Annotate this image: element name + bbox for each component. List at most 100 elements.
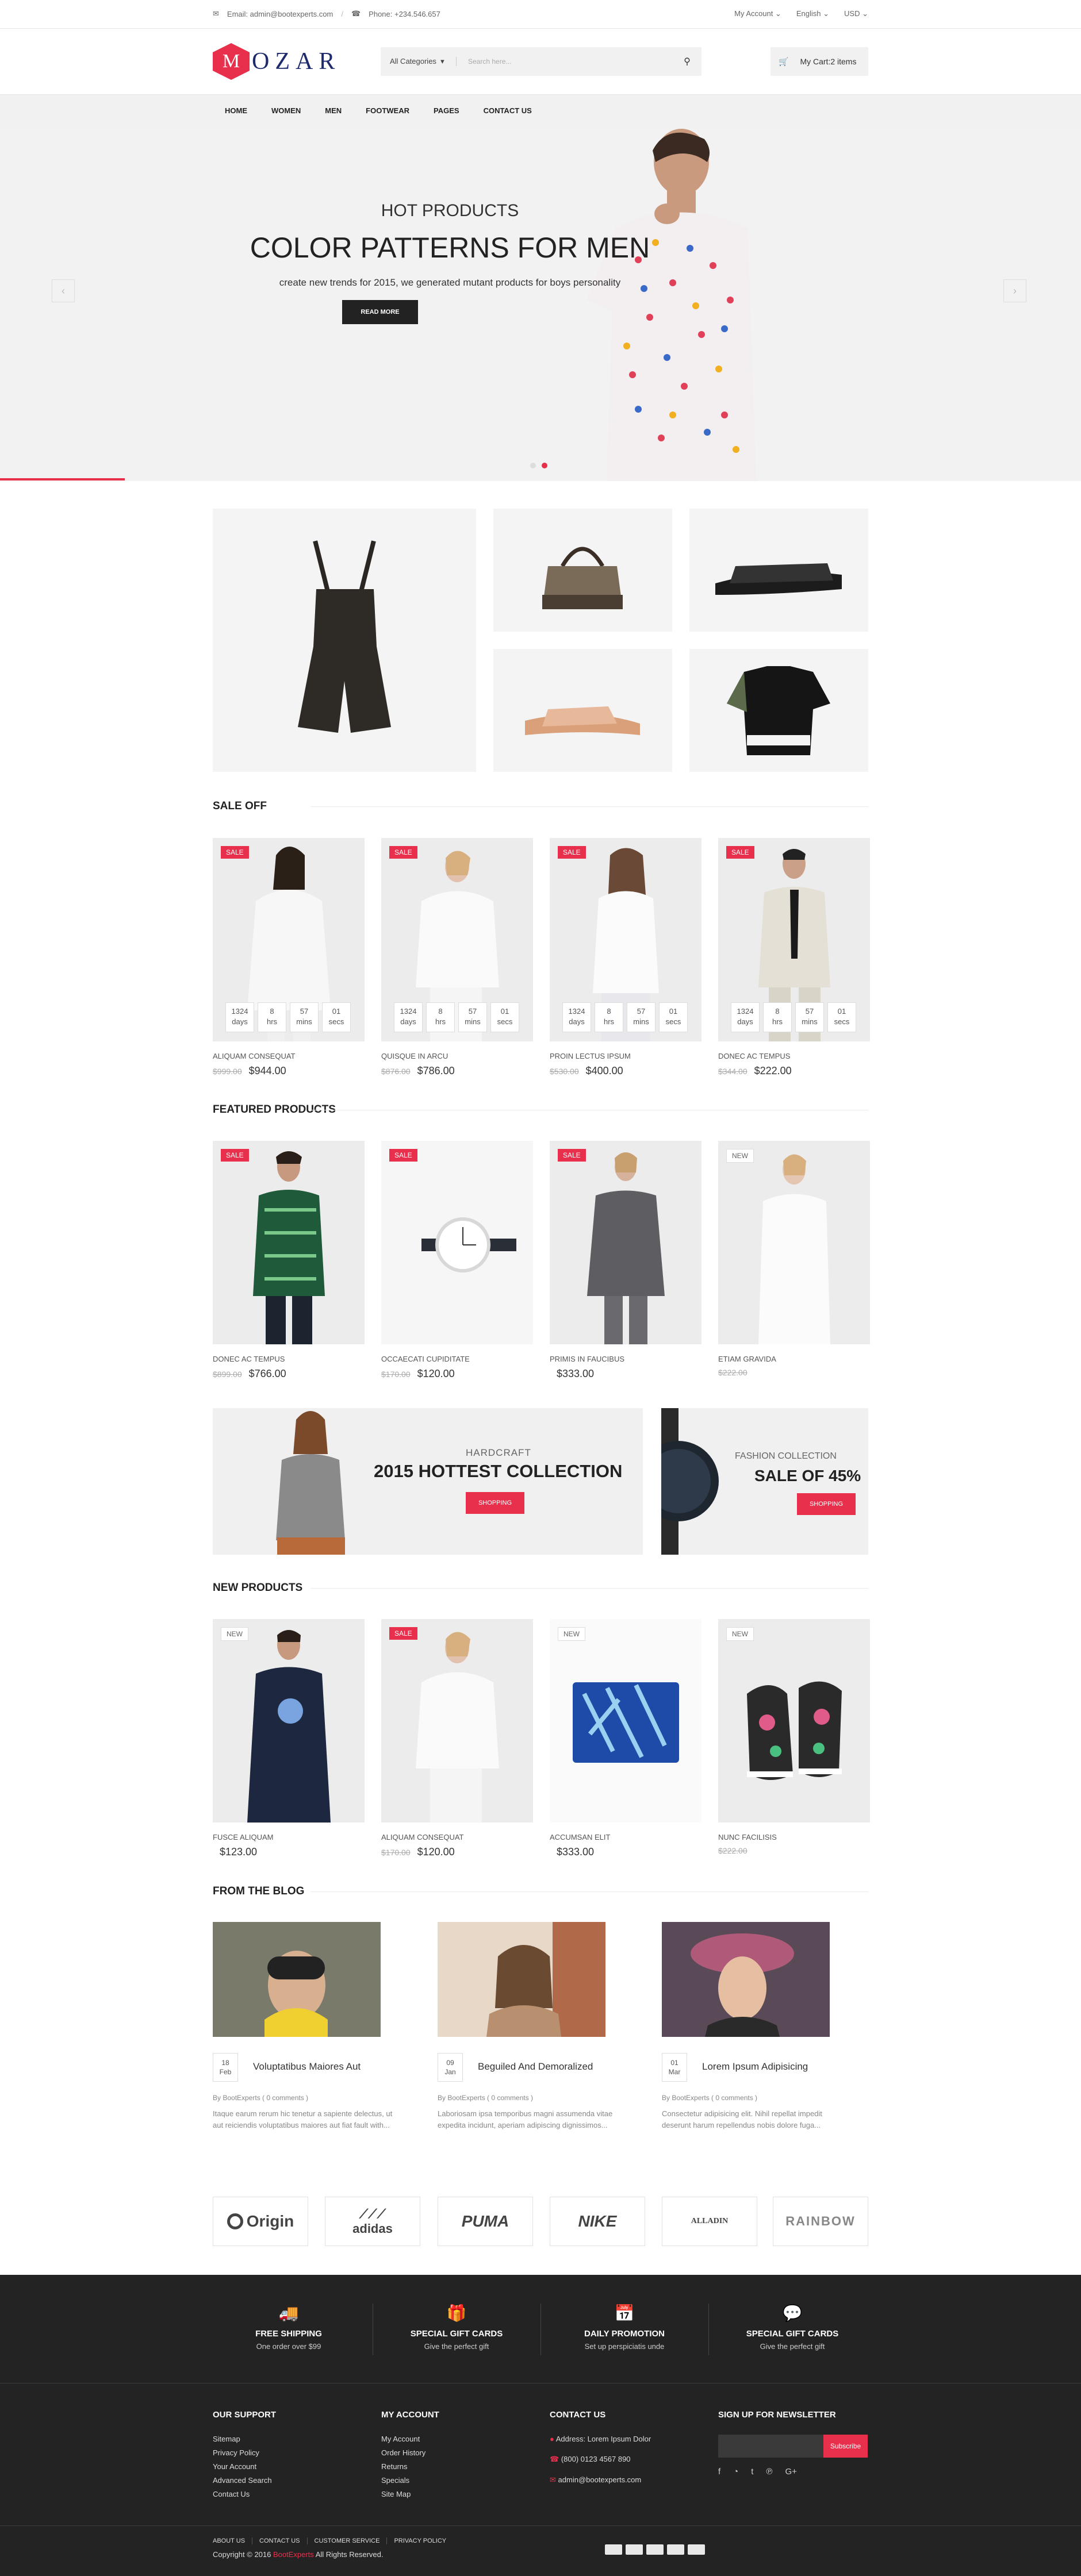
site-logo[interactable]: M OZAR: [213, 41, 340, 82]
product-card[interactable]: SALE ALIQUAM CONSEQUAT $170.00 $120.00: [381, 1619, 533, 1858]
footer-link[interactable]: Contact Us: [213, 2490, 276, 2498]
category-tile-flats[interactable]: [493, 649, 672, 772]
blog-image[interactable]: [213, 1922, 381, 2037]
product-image[interactable]: SALE: [381, 1141, 533, 1344]
banner-sale-45[interactable]: FASHION COLLECTION SALE OF 45% SHOPPING: [661, 1408, 868, 1555]
brand-logo-adidas[interactable]: ⟋⟋⟋ adidas: [325, 2197, 420, 2246]
brand-logo-origin[interactable]: Origin: [213, 2197, 308, 2246]
footer-link[interactable]: Site Map: [381, 2490, 439, 2498]
product-card[interactable]: SALE PRIMIS IN FAUCIBUS $333.00: [550, 1141, 702, 1380]
product-card[interactable]: SALE DONEC AC TEMPUS $899.00 $766.00: [213, 1141, 365, 1380]
footer-bottom-link[interactable]: ABOUT US: [213, 2537, 252, 2544]
product-name[interactable]: OCCAECATI CUPIDITATE: [381, 1355, 533, 1363]
product-card[interactable]: SALE 1324 days 8 hrs 57 mins 01 secs DONEC A…: [718, 838, 870, 1077]
search-input[interactable]: Search here...: [457, 57, 673, 66]
product-image[interactable]: NEW: [718, 1619, 870, 1823]
category-tile-bag[interactable]: [493, 509, 672, 632]
product-name[interactable]: ALIQUAM CONSEQUAT: [213, 1052, 365, 1060]
blog-title[interactable]: Beguiled And Demoralized: [478, 2061, 593, 2073]
footer-bottom-link[interactable]: PRIVACY POLICY: [386, 2537, 453, 2544]
currency-dropdown[interactable]: USD ⌄: [844, 9, 868, 18]
topbar-email[interactable]: Email: admin@bootexperts.com: [227, 10, 333, 18]
nav-home[interactable]: HOME: [213, 106, 259, 115]
product-card[interactable]: NEW FUSCE ALIQUAM $123.00: [213, 1619, 365, 1858]
product-image[interactable]: NEW: [213, 1619, 365, 1823]
product-image[interactable]: NEW: [718, 1141, 870, 1344]
brand-logo-rainbow[interactable]: RAINBOW: [773, 2197, 868, 2246]
footer-link[interactable]: My Account: [381, 2435, 439, 2443]
product-card[interactable]: NEW ETIAM GRAVIDA $222.00: [718, 1141, 870, 1377]
product-name[interactable]: DONEC AC TEMPUS: [718, 1052, 870, 1060]
countdown-timer: 1324 days 8 hrs 57 mins 01 secs: [562, 1002, 688, 1032]
brand-logo-puma[interactable]: PUMA: [438, 2197, 533, 2246]
product-name[interactable]: QUISQUE IN ARCU: [381, 1052, 533, 1060]
product-name[interactable]: ETIAM GRAVIDA: [718, 1355, 870, 1363]
nav-men[interactable]: MEN: [313, 106, 354, 115]
brand-logo-nike[interactable]: NIKE: [550, 2197, 645, 2246]
footer-bottom-link[interactable]: CONTACT US: [252, 2537, 307, 2544]
category-tile-tshirt[interactable]: [689, 649, 868, 772]
blog-title[interactable]: Lorem Ipsum Adipisicing: [702, 2061, 808, 2073]
footer-link[interactable]: Specials: [381, 2476, 439, 2485]
product-image[interactable]: SALE: [550, 1141, 702, 1344]
google-plus-icon[interactable]: G+: [785, 2467, 796, 2477]
blog-title[interactable]: Voluptatibus Maiores Aut: [253, 2061, 361, 2073]
product-image[interactable]: SALE 1324 days 8 hrs 57 mins 01 secs: [718, 838, 870, 1041]
product-image[interactable]: SALE: [213, 1141, 365, 1344]
category-tile-sandals[interactable]: [689, 509, 868, 632]
subscribe-button[interactable]: Subscribe: [823, 2435, 868, 2458]
product-name[interactable]: ACCUMSAN ELIT: [550, 1833, 702, 1841]
nav-footwear[interactable]: FOOTWEAR: [354, 106, 421, 115]
product-name[interactable]: ALIQUAM CONSEQUAT: [381, 1833, 533, 1841]
pinterest-icon[interactable]: ℗: [766, 2467, 772, 2477]
product-card[interactable]: NEW ACCUMSAN ELIT $333.00: [550, 1619, 702, 1858]
product-card[interactable]: SALE OCCAECATI CUPIDITATE $170.00 $120.00: [381, 1141, 533, 1380]
brand-logo-alladin[interactable]: ALLADIN: [662, 2197, 757, 2246]
slider-dot-active[interactable]: [542, 463, 547, 468]
footer-link[interactable]: Sitemap: [213, 2435, 276, 2443]
product-name[interactable]: NUNC FACILISIS: [718, 1833, 870, 1841]
blog-image[interactable]: [438, 1922, 605, 2037]
twitter-icon[interactable]: t: [751, 2467, 753, 2477]
product-name[interactable]: PROIN LECTUS IPSUM: [550, 1052, 702, 1060]
product-card[interactable]: NEW NUNC FACILISIS $222.00: [718, 1619, 870, 1855]
my-account-dropdown[interactable]: My Account ⌄: [734, 9, 781, 18]
product-name[interactable]: DONEC AC TEMPUS: [213, 1355, 365, 1363]
product-card[interactable]: SALE 1324 days 8 hrs 57 mins 01 secs QUISQUE…: [381, 838, 533, 1077]
facebook-icon[interactable]: f: [718, 2467, 720, 2477]
product-image[interactable]: SALE 1324 days 8 hrs 57 mins 01 secs: [213, 838, 365, 1041]
shopping-button[interactable]: SHOPPING: [466, 1492, 524, 1514]
footer-bottom-link[interactable]: CUSTOMER SERVICE: [306, 2537, 387, 2544]
footer-link[interactable]: Privacy Policy: [213, 2448, 276, 2457]
slider-prev-arrow-icon[interactable]: ‹: [52, 279, 75, 302]
newsletter-email-input[interactable]: [718, 2435, 823, 2458]
rss-icon[interactable]: ◔: [733, 2467, 738, 2477]
shopping-button[interactable]: SHOPPING: [797, 1493, 856, 1515]
footer-link[interactable]: Your Account: [213, 2462, 276, 2471]
product-card[interactable]: SALE 1324 days 8 hrs 57 mins 01 secs PROIN L…: [550, 838, 702, 1077]
footer-link[interactable]: Returns: [381, 2462, 439, 2471]
slider-dot[interactable]: [530, 463, 536, 468]
footer-link[interactable]: Advanced Search: [213, 2476, 276, 2485]
nav-women[interactable]: WOMEN: [259, 106, 313, 115]
nav-contact-us[interactable]: CONTACT US: [471, 106, 544, 115]
product-image[interactable]: SALE: [381, 1619, 533, 1823]
product-name[interactable]: PRIMIS IN FAUCIBUS: [550, 1355, 702, 1363]
language-dropdown[interactable]: English ⌄: [796, 9, 829, 18]
slider-next-arrow-icon[interactable]: ›: [1003, 279, 1026, 302]
banner-hottest-collection[interactable]: HARDCRAFT 2015 HOTTEST COLLECTION SHOPPI…: [213, 1408, 643, 1555]
contact-email[interactable]: admin@bootexperts.com: [558, 2475, 642, 2484]
product-card[interactable]: SALE 1324 days 8 hrs 57 mins 01 secs ALIQUAM…: [213, 838, 365, 1077]
footer-link[interactable]: Order History: [381, 2448, 439, 2457]
product-image[interactable]: SALE 1324 days 8 hrs 57 mins 01 secs: [381, 838, 533, 1041]
nav-pages[interactable]: PAGES: [421, 106, 471, 115]
category-tile-overalls[interactable]: [213, 509, 476, 772]
product-image[interactable]: SALE 1324 days 8 hrs 57 mins 01 secs: [550, 838, 702, 1041]
category-select[interactable]: All Categories ▾: [381, 57, 457, 66]
cart-button[interactable]: 🛒 My Cart:2 items: [770, 47, 868, 76]
read-more-button[interactable]: READ MORE: [342, 300, 418, 324]
blog-image[interactable]: [662, 1922, 830, 2037]
product-image[interactable]: NEW: [550, 1619, 702, 1823]
search-icon[interactable]: ⚲: [673, 56, 702, 67]
product-name[interactable]: FUSCE ALIQUAM: [213, 1833, 365, 1841]
